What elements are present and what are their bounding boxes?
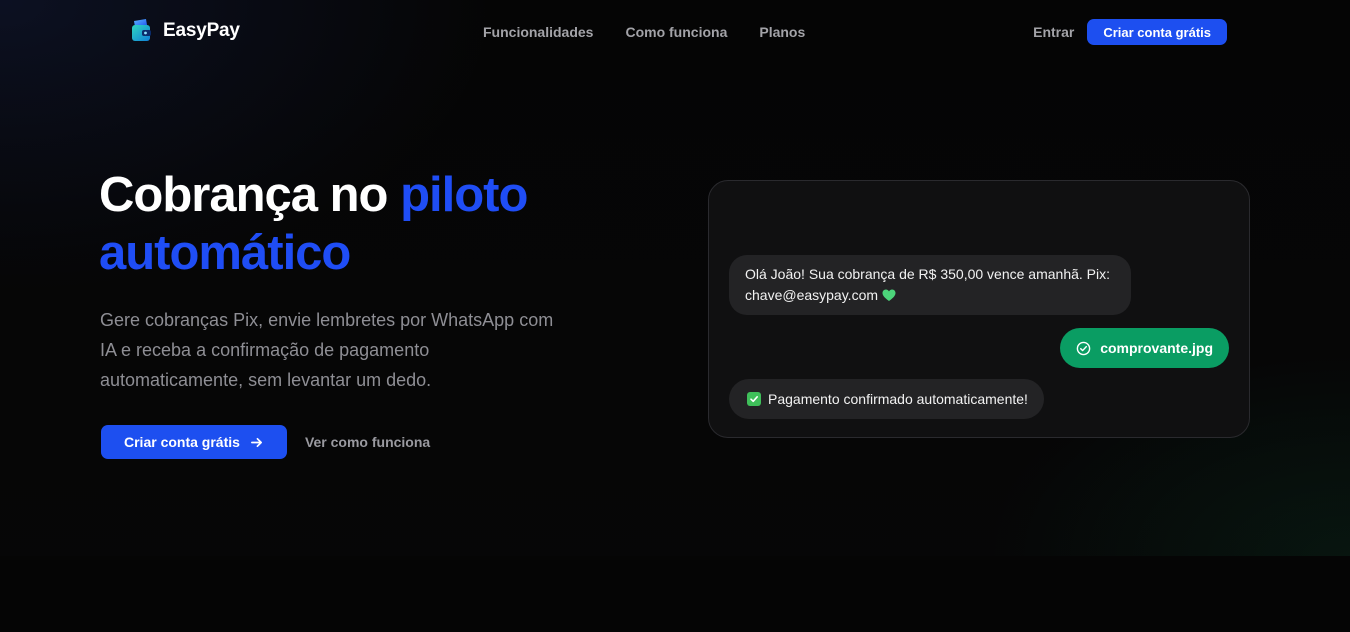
- chat-message-reminder: Olá João! Sua cobrança de R$ 350,00 venc…: [729, 255, 1131, 315]
- chat-message-confirmation: Pagamento confirmado automaticamente!: [729, 379, 1044, 419]
- wallet-logo-icon: [132, 19, 151, 41]
- nav-signup-button[interactable]: Criar conta grátis: [1087, 19, 1227, 45]
- chat-preview-card: Olá João! Sua cobrança de R$ 350,00 venc…: [708, 180, 1250, 438]
- chat-message-text: Pagamento confirmado automaticamente!: [768, 390, 1028, 407]
- check-circle-icon: [1076, 341, 1091, 355]
- hero-cta-row: Criar conta grátis Ver como funciona: [101, 425, 430, 459]
- brand-name: EasyPay: [163, 20, 240, 41]
- hero-signup-label: Criar conta grátis: [124, 434, 240, 450]
- hero-signup-button[interactable]: Criar conta grátis: [101, 425, 287, 459]
- top-navbar: EasyPay Funcionalidades Como funciona Pl…: [0, 0, 1350, 64]
- landing-page: EasyPay Funcionalidades Como funciona Pl…: [0, 0, 1350, 632]
- chat-message-receipt: comprovante.jpg: [1060, 328, 1229, 368]
- hero-subtitle: Gere cobranças Pix, envie lembretes por …: [100, 310, 554, 390]
- chat-message-text: chave@easypay.com: [745, 287, 879, 303]
- green-heart-icon: [882, 289, 896, 301]
- login-link[interactable]: Entrar: [1033, 24, 1074, 40]
- hero-title-accent-2: automático: [99, 226, 351, 280]
- nav-links: Funcionalidades Como funciona Planos: [483, 24, 805, 40]
- brand-logo[interactable]: EasyPay: [130, 18, 240, 44]
- chat-message-text: Olá João! Sua cobrança de R$ 350,00 venc…: [745, 266, 1111, 282]
- hero-title-text: Cobrança no: [99, 168, 401, 222]
- arrow-right-icon: [250, 437, 262, 447]
- page-bottom-band: [0, 556, 1350, 632]
- hero-title-accent-1: piloto: [400, 168, 528, 222]
- chat-message-text: comprovante.jpg: [1100, 339, 1213, 356]
- checkbox-checked-icon: [747, 392, 761, 406]
- nav-actions: Entrar Criar conta grátis: [1033, 19, 1227, 45]
- how-it-works-link[interactable]: Ver como funciona: [305, 434, 430, 450]
- hero-title: Cobrança no piloto automático: [99, 166, 619, 282]
- nav-link-funcionalidades[interactable]: Funcionalidades: [483, 24, 593, 40]
- nav-link-planos[interactable]: Planos: [759, 24, 805, 40]
- nav-link-como-funciona[interactable]: Como funciona: [625, 24, 727, 40]
